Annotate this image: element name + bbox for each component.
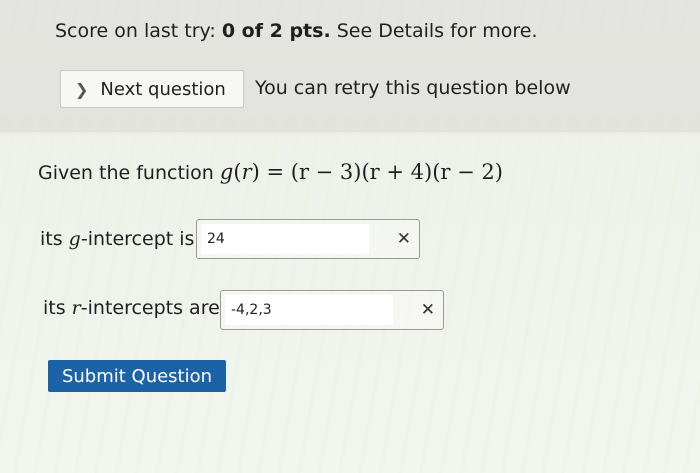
g-intercept-label: its g-intercept is bbox=[40, 228, 194, 250]
incorrect-x-icon: ✕ bbox=[420, 300, 435, 320]
r-intercepts-label-var: r bbox=[71, 297, 81, 319]
function-variable: r bbox=[241, 160, 252, 184]
question-text: Given the function g(r) = (r − 3)(r + 4)… bbox=[38, 160, 503, 184]
r-intercepts-label-prefix: its bbox=[43, 297, 72, 319]
function-name: g bbox=[219, 160, 234, 184]
g-intercept-label-var: g bbox=[68, 228, 81, 250]
r-intercepts-answer-box: -4,2,3 ✕ bbox=[220, 290, 444, 330]
g-intercept-answer-box: 24 ✕ bbox=[196, 219, 420, 259]
next-question-button[interactable]: ❯ Next question bbox=[60, 70, 244, 108]
score-value: 0 of 2 pts. bbox=[221, 20, 331, 42]
score-suffix: See Details for more. bbox=[330, 20, 538, 42]
g-intercept-label-suffix: -intercept is bbox=[80, 228, 195, 250]
next-question-label: Next question bbox=[100, 78, 226, 100]
r-intercepts-label-suffix: -intercepts are bbox=[80, 297, 220, 319]
function-rhs: = (r − 3)(r + 4)(r − 2) bbox=[259, 160, 503, 184]
r-intercepts-label: its r-intercepts are bbox=[43, 297, 220, 319]
score-summary: Score on last try: 0 of 2 pts. See Detai… bbox=[55, 20, 538, 42]
g-intercept-input[interactable]: 24 bbox=[201, 224, 369, 254]
function-expression: g(r) = (r − 3)(r + 4)(r − 2) bbox=[219, 160, 503, 184]
retry-message: You can retry this question below bbox=[255, 77, 571, 99]
g-intercept-label-prefix: its bbox=[40, 228, 69, 250]
incorrect-x-icon: ✕ bbox=[396, 229, 411, 249]
r-intercepts-input[interactable]: -4,2,3 bbox=[225, 295, 393, 325]
chevron-right-icon: ❯ bbox=[75, 79, 89, 99]
submit-question-button[interactable]: Submit Question bbox=[48, 360, 226, 392]
question-prompt: Given the function bbox=[38, 162, 220, 184]
score-prefix: Score on last try: bbox=[55, 20, 222, 42]
